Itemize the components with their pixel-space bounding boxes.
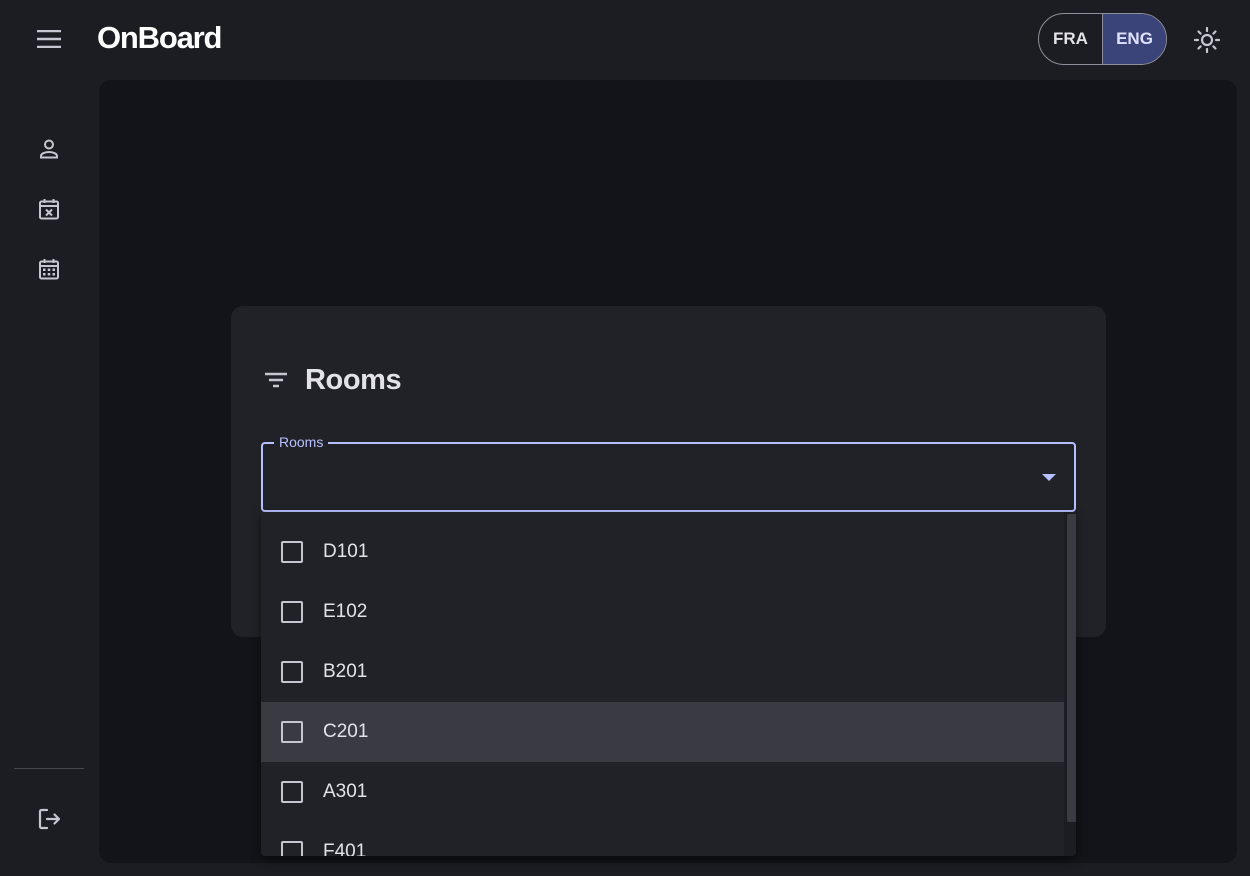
room-option[interactable]: D101 bbox=[261, 522, 1064, 582]
card-title: Rooms bbox=[305, 364, 402, 396]
room-option[interactable]: C201 bbox=[261, 702, 1064, 762]
checkbox[interactable] bbox=[281, 781, 303, 803]
room-option[interactable]: B201 bbox=[261, 642, 1064, 702]
checkbox[interactable] bbox=[281, 721, 303, 743]
rooms-select-label: Rooms bbox=[274, 434, 329, 451]
sun-icon bbox=[1193, 26, 1221, 54]
checkbox[interactable] bbox=[281, 541, 303, 563]
checkbox[interactable] bbox=[281, 601, 303, 623]
room-option[interactable]: F401 bbox=[261, 822, 1064, 856]
language-button-eng[interactable]: ENG bbox=[1102, 14, 1166, 64]
calendar-cancel-icon bbox=[37, 197, 61, 221]
room-option-label: B201 bbox=[323, 661, 368, 682]
filter-icon bbox=[260, 364, 292, 396]
logout-icon bbox=[36, 806, 62, 832]
checkbox[interactable] bbox=[281, 661, 303, 683]
room-option-label: F401 bbox=[323, 841, 367, 856]
nav-item-profile[interactable] bbox=[31, 131, 67, 167]
room-option-label: A301 bbox=[323, 781, 368, 802]
language-toggle: FRA ENG bbox=[1038, 13, 1167, 65]
nav-divider bbox=[14, 768, 84, 769]
room-option-label: C201 bbox=[323, 721, 369, 742]
room-option-label: E102 bbox=[323, 601, 368, 622]
room-option-label: D101 bbox=[323, 541, 369, 562]
hamburger-menu-button[interactable] bbox=[32, 24, 66, 54]
dropdown-scrollbar[interactable] bbox=[1064, 512, 1076, 856]
nav-item-unavailability[interactable] bbox=[31, 191, 67, 227]
checkbox[interactable] bbox=[281, 841, 303, 856]
theme-toggle-button[interactable] bbox=[1189, 22, 1225, 58]
person-icon bbox=[37, 137, 61, 161]
room-option[interactable]: E102 bbox=[261, 582, 1064, 642]
dropdown-arrow-icon[interactable] bbox=[1037, 468, 1061, 488]
scrollbar-thumb[interactable] bbox=[1067, 514, 1076, 822]
rooms-dropdown-menu: D101 E102 B201 C201 A301 F401 bbox=[261, 512, 1076, 856]
rooms-select[interactable] bbox=[261, 442, 1076, 512]
language-button-fra[interactable]: FRA bbox=[1039, 14, 1102, 64]
hamburger-menu-icon bbox=[37, 30, 61, 48]
app-logo: OnBoard bbox=[97, 20, 222, 55]
nav-item-calendar[interactable] bbox=[31, 251, 67, 287]
room-option[interactable]: A301 bbox=[261, 762, 1064, 822]
calendar-grid-icon bbox=[37, 257, 61, 281]
logout-button[interactable] bbox=[31, 801, 67, 837]
